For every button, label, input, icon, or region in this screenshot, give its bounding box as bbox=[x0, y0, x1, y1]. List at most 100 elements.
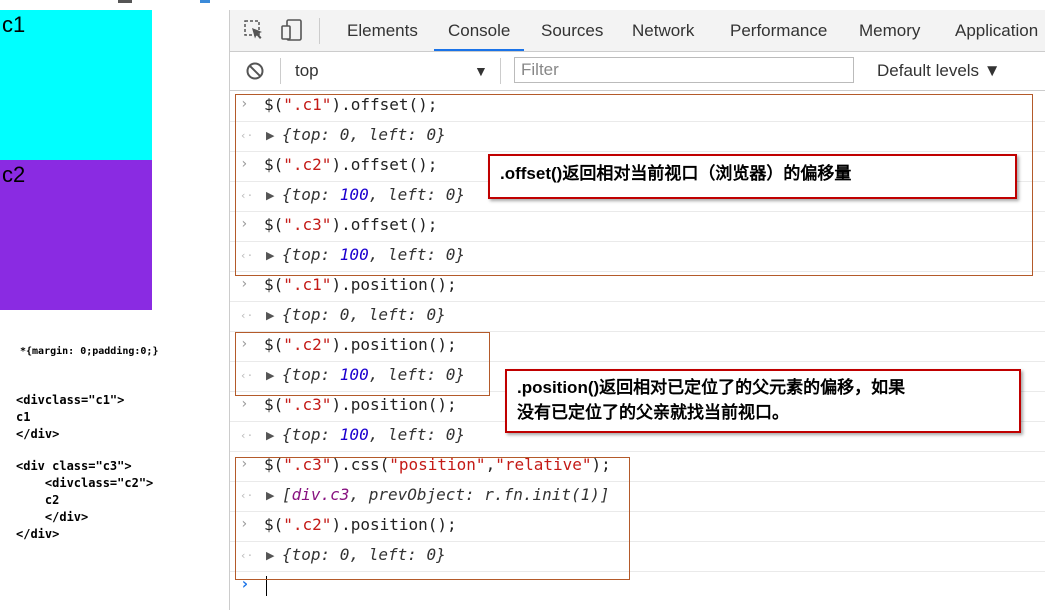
code-token: $( bbox=[264, 155, 284, 174]
console-input-row[interactable]: › $(".c3").css("position","relative"); bbox=[230, 451, 1045, 482]
expand-triangle-icon[interactable]: ▶ bbox=[266, 189, 274, 202]
code-token: [ bbox=[282, 485, 292, 504]
tab-network[interactable]: Network bbox=[632, 10, 694, 51]
div-c2-box: c2 bbox=[0, 160, 152, 310]
code-token: 0 bbox=[445, 365, 456, 384]
code-token: $( bbox=[264, 215, 284, 234]
html-snippet-c1: <divclass="c1"> c1 </div> bbox=[16, 393, 125, 441]
expand-triangle-icon[interactable]: ▶ bbox=[266, 129, 274, 142]
device-toggle-icon[interactable] bbox=[281, 19, 303, 41]
context-select[interactable]: top bbox=[295, 52, 319, 90]
code-token: , bbox=[485, 455, 496, 474]
tab-elements[interactable]: Elements bbox=[347, 10, 418, 51]
position-annotation-line2: 没有已定位了的父亲就找当前视口。 bbox=[517, 403, 789, 422]
text-cursor bbox=[266, 576, 267, 596]
result-prompt-icon: ‹· bbox=[240, 129, 254, 142]
expand-triangle-icon[interactable]: ▶ bbox=[266, 249, 274, 262]
code-token: } bbox=[455, 425, 466, 444]
code-token: ".c2" bbox=[283, 335, 332, 354]
code-token: 100 bbox=[339, 245, 369, 264]
code-token: $( bbox=[264, 455, 284, 474]
console-input-row[interactable]: › $(".c1").offset(); bbox=[230, 91, 1045, 122]
offset-annotation-method: .offset() bbox=[500, 164, 563, 183]
console-input-row[interactable]: › $(".c2").position(); bbox=[230, 331, 1045, 362]
code-token: ".c1" bbox=[283, 275, 332, 294]
expand-triangle-icon[interactable]: ▶ bbox=[266, 309, 274, 322]
css-snippet: *{margin: 0;padding:0;} bbox=[20, 346, 159, 357]
input-prompt-icon: › bbox=[240, 216, 249, 232]
code-token: ).position(); bbox=[331, 275, 457, 294]
console-result-row[interactable]: ‹· ▶ {top: 0, left: 0} bbox=[230, 301, 1045, 332]
console-command: $(".c1").position(); bbox=[264, 275, 457, 294]
console-input-row[interactable]: › $(".c1").position(); bbox=[230, 271, 1045, 302]
strip-mark bbox=[200, 0, 210, 3]
console-command: $(".c2").position(); bbox=[264, 515, 457, 534]
console-result-row[interactable]: ‹· ▶ [div.c3, prevObject: r.fn.init(1)] bbox=[230, 481, 1045, 512]
code-token: } bbox=[436, 545, 446, 564]
console-result-row[interactable]: ‹· ▶ {top: 100, left: 0} bbox=[230, 241, 1045, 272]
code-token: } bbox=[436, 125, 446, 144]
expand-triangle-icon[interactable]: ▶ bbox=[266, 489, 274, 502]
div-c2-label: c2 bbox=[2, 162, 26, 187]
console-command: $(".c3").position(); bbox=[264, 395, 457, 414]
tab-sources[interactable]: Sources bbox=[541, 10, 603, 51]
chevron-down-icon[interactable]: ▼ bbox=[474, 52, 488, 90]
expand-triangle-icon[interactable]: ▶ bbox=[266, 369, 274, 382]
code-token: 0 bbox=[426, 545, 437, 564]
code-token: ).offset(); bbox=[331, 95, 438, 114]
html-snippet-c3: <div class="c3"> <divclass="c2"> c2 </di… bbox=[16, 459, 154, 541]
expand-triangle-icon[interactable]: ▶ bbox=[266, 549, 274, 562]
code-token: 100 bbox=[339, 425, 369, 444]
code-token: ); bbox=[591, 455, 611, 474]
code-token: $( bbox=[264, 395, 284, 414]
console-command: $(".c3").offset(); bbox=[264, 215, 437, 234]
input-prompt-icon: › bbox=[240, 336, 249, 352]
code-token: , left: bbox=[368, 365, 446, 384]
page-top-strip bbox=[0, 0, 229, 10]
result-prompt-icon: ‹· bbox=[240, 369, 254, 382]
code-token: } bbox=[436, 305, 446, 324]
expand-triangle-icon[interactable]: ▶ bbox=[266, 429, 274, 442]
code-token: } bbox=[455, 365, 466, 384]
code-token: 0 bbox=[426, 305, 437, 324]
code-token: ).offset(); bbox=[331, 215, 438, 234]
console-input-row[interactable]: › $(".c3").offset(); bbox=[230, 211, 1045, 242]
tab-console[interactable]: Console bbox=[433, 10, 525, 51]
position-annotation-method: .position() bbox=[517, 378, 600, 397]
code-token: {top: bbox=[282, 245, 340, 264]
console-input-row[interactable]: › $(".c2").position(); bbox=[230, 511, 1045, 542]
clear-console-icon[interactable] bbox=[245, 61, 265, 81]
console-result-row[interactable]: ‹· ▶ {top: 0, left: 0} bbox=[230, 541, 1045, 572]
tab-application[interactable]: Application bbox=[955, 10, 1038, 51]
console-result-row[interactable]: ‹· ▶ {top: 0, left: 0} bbox=[230, 121, 1045, 152]
code-token: ".c3" bbox=[283, 395, 332, 414]
tab-memory[interactable]: Memory bbox=[859, 10, 920, 51]
code-token: , prevObject: r.fn.init(1)] bbox=[349, 485, 610, 504]
console-prompt-row[interactable]: › bbox=[230, 571, 1045, 601]
code-token: 0 bbox=[339, 125, 350, 144]
toolbar-divider bbox=[319, 18, 320, 44]
console-filter-bar: top ▼ Default levels ▼ bbox=[230, 52, 1045, 91]
position-annotation-text: 返回相对已定位了的父元素的偏移，如果 bbox=[599, 378, 906, 397]
code-token: ).offset(); bbox=[331, 155, 438, 174]
filter-input[interactable] bbox=[514, 57, 854, 83]
code-token: , left: bbox=[368, 425, 446, 444]
console-result: {top: 100, left: 0} bbox=[282, 245, 465, 264]
result-prompt-icon: ‹· bbox=[240, 249, 254, 262]
code-token: , left: bbox=[368, 245, 446, 264]
code-token: $( bbox=[264, 515, 284, 534]
tab-performance[interactable]: Performance bbox=[730, 10, 827, 51]
code-token: "relative" bbox=[495, 455, 592, 474]
console-result: {top: 100, left: 0} bbox=[282, 365, 465, 384]
console-result: {top: 100, left: 0} bbox=[282, 185, 465, 204]
inspect-icon[interactable] bbox=[243, 19, 265, 41]
code-token: ".c2" bbox=[283, 515, 332, 534]
console-result: {top: 100, left: 0} bbox=[282, 425, 465, 444]
input-prompt-icon: › bbox=[240, 516, 249, 532]
filter-divider bbox=[500, 58, 501, 84]
page-preview: c1 c2 *{margin: 0;padding:0;} <divclass=… bbox=[0, 0, 229, 610]
log-levels-select[interactable]: Default levels ▼ bbox=[877, 52, 1001, 90]
devtools-panel: Elements Console Sources Network Performance… bbox=[229, 10, 1045, 610]
result-prompt-icon: ‹· bbox=[240, 309, 254, 322]
code-token: {top: bbox=[282, 305, 340, 324]
